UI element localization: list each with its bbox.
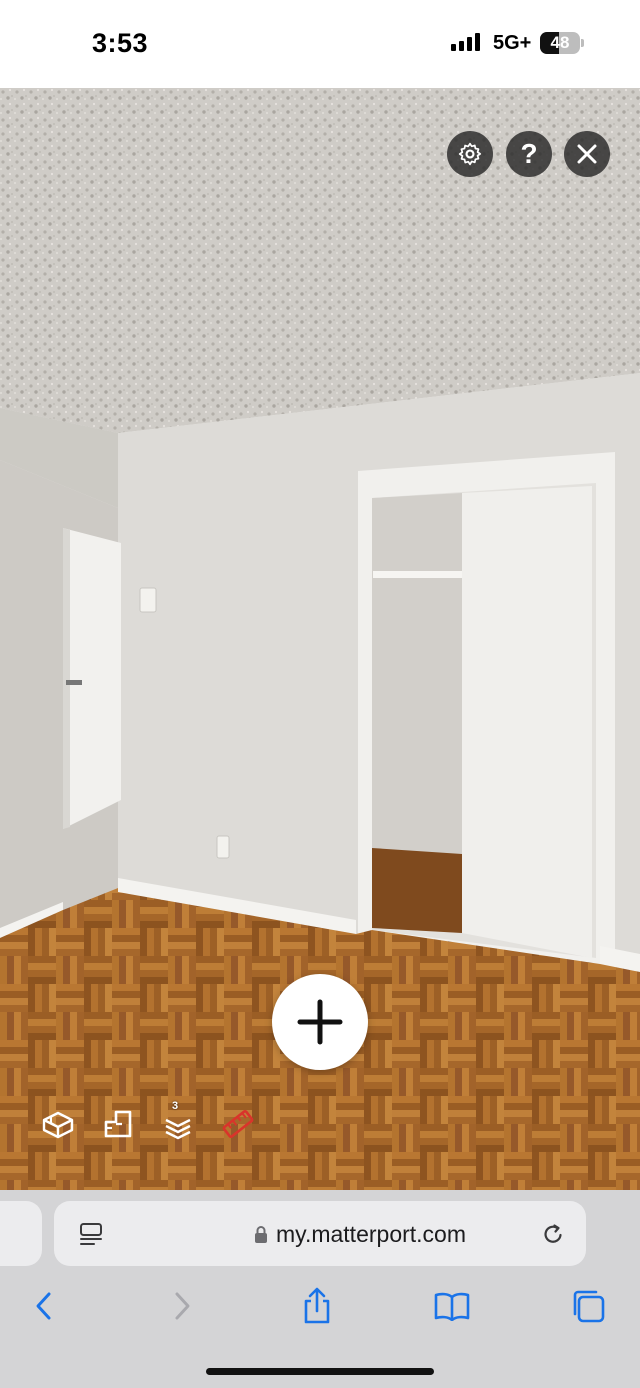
share-button[interactable] [297,1286,337,1326]
battery-level: 48 [550,33,570,52]
measure-button[interactable] [218,1104,258,1144]
lock-icon [255,1226,267,1243]
status-bar: 3:53 5G+ 48 [0,0,640,88]
close-icon [577,144,597,164]
matterport-viewer[interactable]: ? 3 [0,88,640,1190]
page-menu-icon[interactable] [78,1221,104,1247]
gear-icon [458,142,482,166]
browser-toolbar: my.matterport.com [0,1190,640,1388]
close-button[interactable] [564,131,610,177]
home-indicator[interactable] [206,1368,434,1375]
reload-icon[interactable] [540,1221,566,1247]
settings-button[interactable] [447,131,493,177]
plus-icon [297,999,343,1045]
floors-icon [165,1118,191,1140]
forward-button[interactable] [162,1286,202,1326]
previous-tab-preview[interactable] [0,1201,42,1266]
floorplan-icon [104,1110,132,1138]
network-type: 5G+ [493,32,532,54]
floorplan-view-button[interactable] [98,1104,138,1144]
url-text: my.matterport.com [276,1220,466,1247]
address-bar[interactable]: my.matterport.com [54,1201,586,1266]
forward-icon [175,1292,190,1320]
battery-icon: 48 [540,32,584,54]
measure-icon [222,1109,254,1139]
dollhouse-view-button[interactable] [38,1104,78,1144]
dollhouse-icon [42,1111,74,1139]
help-button[interactable]: ? [506,131,552,177]
bookmarks-icon [434,1292,470,1321]
status-time: 3:53 [92,28,149,58]
tabs-icon [573,1290,605,1323]
navigate-button[interactable] [272,974,368,1070]
bookmarks-button[interactable] [432,1286,472,1326]
back-button[interactable] [24,1286,64,1326]
help-icon: ? [520,138,538,169]
tabs-button[interactable] [568,1286,608,1326]
share-icon [304,1287,330,1324]
floors-button[interactable] [158,1104,198,1144]
back-icon [36,1292,51,1320]
cellular-signal-icon [451,33,485,51]
